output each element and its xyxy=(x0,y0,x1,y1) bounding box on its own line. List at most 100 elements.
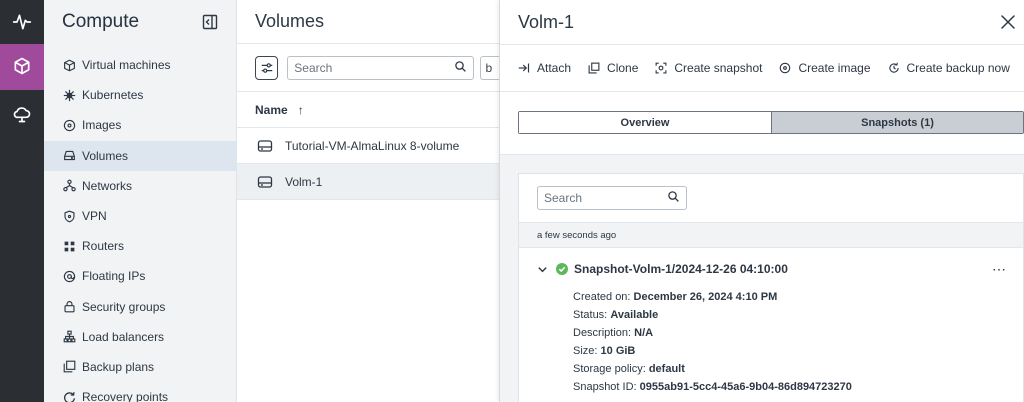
sidebar-item-vpn[interactable]: VPN xyxy=(44,201,237,231)
sidebar-item-label: Load balancers xyxy=(82,329,165,344)
tab-overview[interactable]: Overview xyxy=(519,112,771,133)
clone-button[interactable]: Clone xyxy=(588,61,638,75)
sort-ascending-icon: ↑ xyxy=(297,102,304,117)
disc-icon xyxy=(62,118,76,132)
snapshot-more-icon[interactable]: ⋯ xyxy=(992,261,1007,278)
create-snapshot-button[interactable]: Create snapshot xyxy=(655,61,762,75)
sidebar-item-kubernetes[interactable]: Kubernetes xyxy=(44,80,237,110)
kubernetes-icon xyxy=(62,88,76,102)
shield-icon xyxy=(62,209,76,223)
table-row[interactable]: Tutorial-VM-AlmaLinux 8-volume xyxy=(237,128,500,164)
attach-icon xyxy=(518,63,530,73)
create-image-label: Create image xyxy=(798,61,871,75)
sidebar-item-label: Security groups xyxy=(82,299,166,314)
sidebar-item-load-balancers[interactable]: Load balancers xyxy=(44,322,237,352)
panel-title: Volm-1 xyxy=(518,11,575,32)
detail-description: Description: N/A xyxy=(573,327,654,339)
sidebar-item-security-groups[interactable]: Security groups xyxy=(44,292,237,322)
backup-icon xyxy=(888,62,899,73)
cube-icon xyxy=(62,58,76,72)
create-backup-label: Create backup now xyxy=(906,61,1010,75)
collapse-sidebar-icon[interactable] xyxy=(202,14,218,30)
sidebar-item-routers[interactable]: Routers xyxy=(44,231,237,261)
detail-created-on: Created on: December 26, 2024 4:10 PM xyxy=(573,291,778,303)
router-icon xyxy=(62,239,76,253)
attach-label: Attach xyxy=(537,61,572,75)
detail-snapshot-id: Snapshot ID: 0955ab91-5cc4-45a6-9b04-86d… xyxy=(573,381,852,393)
network-icon xyxy=(62,179,76,193)
chevron-down-icon[interactable] xyxy=(537,264,548,275)
volumes-search-input[interactable] xyxy=(294,60,445,75)
hard-drive-icon xyxy=(257,174,273,190)
snapshots-card: a few seconds ago Snapshot-Volm-1/2024-1… xyxy=(518,173,1024,402)
create-backup-now-button[interactable]: Create backup now xyxy=(888,61,1010,75)
sliders-icon xyxy=(261,62,272,73)
hard-drive-icon xyxy=(62,149,76,163)
rail-compute-button[interactable] xyxy=(0,44,44,90)
create-image-button[interactable]: Create image xyxy=(779,61,871,75)
filter-button[interactable] xyxy=(255,55,279,80)
cloud-icon xyxy=(12,104,32,127)
sidebar-item-label: VPN xyxy=(82,209,107,224)
activity-icon xyxy=(12,12,32,35)
sidebar-item-backup-plans[interactable]: Backup plans xyxy=(44,352,237,382)
rail-monitoring-button[interactable] xyxy=(0,0,44,46)
volume-name: Volm-1 xyxy=(285,174,323,189)
sidebar-item-images[interactable]: Images xyxy=(44,110,237,140)
secondary-filter-field[interactable]: b xyxy=(480,55,500,80)
table-row[interactable]: Volm-1 xyxy=(237,164,500,200)
clone-icon xyxy=(588,62,600,74)
search-icon[interactable] xyxy=(454,60,467,76)
sidebar-item-volumes[interactable]: Volumes xyxy=(44,140,237,171)
sidebar-item-label: Backup plans xyxy=(82,359,155,374)
attach-button[interactable]: Attach xyxy=(518,61,571,75)
column-header-label: Name xyxy=(255,102,288,117)
snapshot-details: Created on: December 26, 2024 4:10 PM St… xyxy=(573,288,852,396)
icon-rail xyxy=(0,0,44,402)
detail-status: Status: Available xyxy=(573,309,659,321)
sidebar-item-label: Floating IPs xyxy=(82,269,146,284)
column-header-name[interactable]: Name ↑ xyxy=(237,92,500,128)
detail-storage-policy: Storage policy: default xyxy=(573,363,685,375)
recovery-icon xyxy=(62,390,76,402)
sidebar-item-label: Recovery points xyxy=(82,390,169,402)
sidebar-title: Compute xyxy=(62,11,140,32)
create-snapshot-label: Create snapshot xyxy=(674,61,763,75)
status-ok-icon xyxy=(556,263,568,275)
cube-icon xyxy=(12,56,32,79)
page-title: Volumes xyxy=(255,11,325,31)
sidebar-item-floating-ips[interactable]: Floating IPs xyxy=(44,261,237,291)
image-icon xyxy=(780,62,791,74)
snapshot-group-label: a few seconds ago xyxy=(519,222,1023,248)
snapshot-search xyxy=(537,186,687,210)
volumes-search xyxy=(287,55,475,80)
volume-name: Tutorial-VM-AlmaLinux 8-volume xyxy=(285,138,460,153)
snapshot-item-header[interactable]: Snapshot-Volm-1/2024-12-26 04:10:00 ⋯ xyxy=(537,258,1007,280)
snapshots-section: a few seconds ago Snapshot-Volm-1/2024-1… xyxy=(500,154,1024,402)
volumes-list: Volumes b Name ↑ Tutorial-VM-AlmaLinux 8… xyxy=(237,0,500,402)
detail-size: Size: 10 GiB xyxy=(573,345,636,357)
action-toolbar: Attach Clone Create snapshot Create imag… xyxy=(500,44,1024,92)
rail-cloud-button[interactable] xyxy=(0,92,44,138)
sidebar-item-recovery-points[interactable]: Recovery points xyxy=(44,382,237,402)
search-icon[interactable] xyxy=(667,190,680,206)
sidebar-item-virtual-machines[interactable]: Virtual machines xyxy=(44,50,237,80)
sidebar-item-networks[interactable]: Networks xyxy=(44,171,237,201)
snapshot-search-input[interactable] xyxy=(544,191,654,205)
hard-drive-icon xyxy=(257,138,273,154)
sidebar: Compute Virtual machines Kubernetes Imag… xyxy=(44,0,237,402)
sidebar-nav: Virtual machines Kubernetes Images Volum… xyxy=(44,50,237,402)
backup-icon xyxy=(62,360,76,374)
at-icon xyxy=(62,269,76,283)
sidebar-item-label: Images xyxy=(82,118,122,133)
lock-icon xyxy=(62,300,76,314)
sidebar-item-label: Volumes xyxy=(82,148,129,163)
close-icon[interactable] xyxy=(1000,14,1016,30)
sidebar-item-label: Routers xyxy=(82,239,125,254)
tab-snapshots[interactable]: Snapshots (1) xyxy=(771,112,1023,133)
volume-detail-panel: Volm-1 Attach Clone Create snapshot Crea… xyxy=(499,0,1024,402)
sidebar-item-label: Kubernetes xyxy=(82,88,144,103)
snapshot-name: Snapshot-Volm-1/2024-12-26 04:10:00 xyxy=(574,262,788,276)
clone-label: Clone xyxy=(607,61,639,75)
snapshot-icon xyxy=(655,62,667,74)
